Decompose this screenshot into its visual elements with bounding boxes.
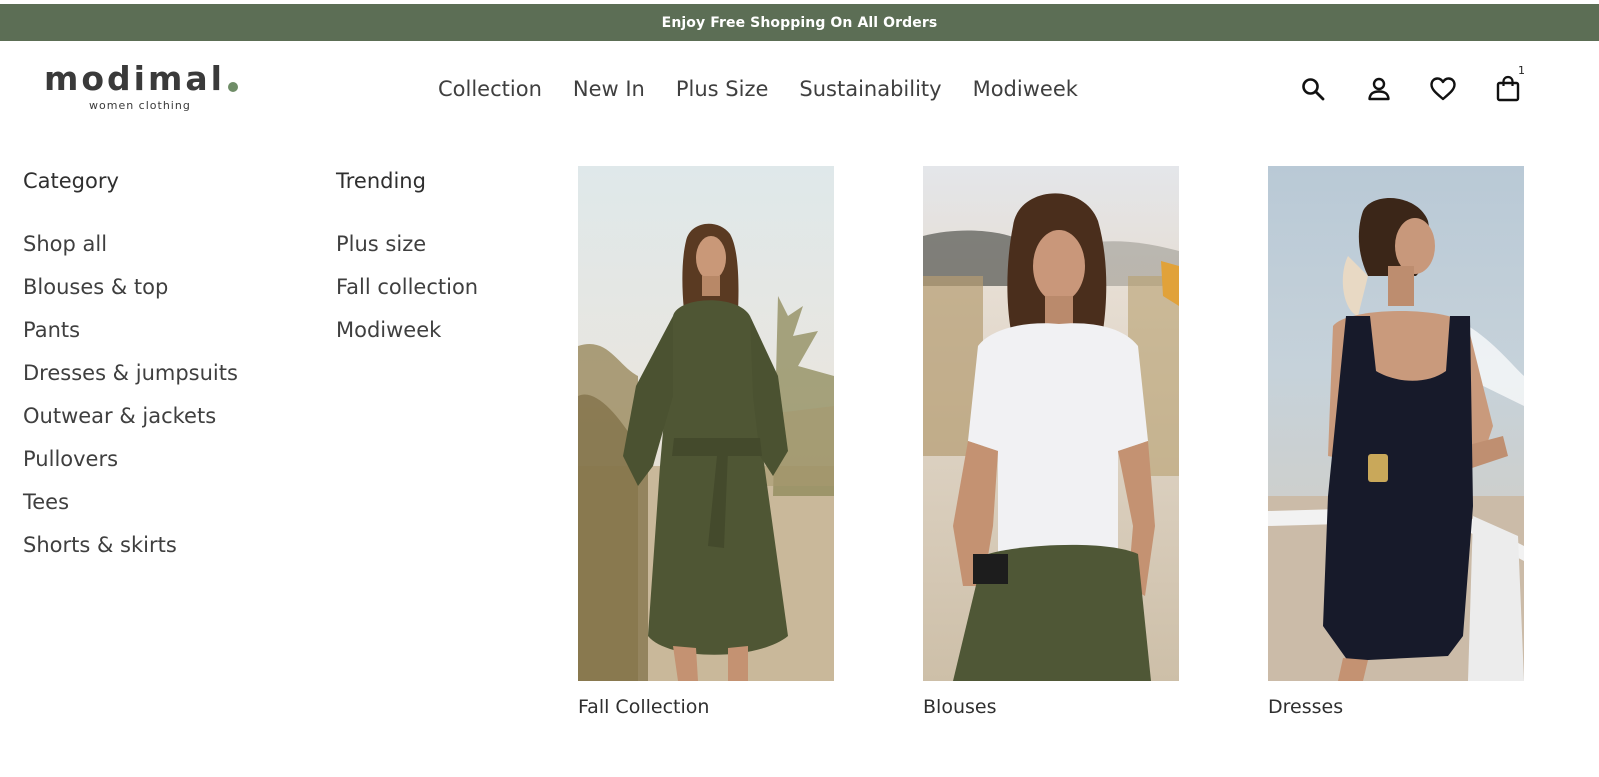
- category-item-tees[interactable]: Tees: [23, 487, 238, 530]
- cart-count-badge: 1: [1518, 64, 1525, 77]
- category-item-dresses-jumpsuits[interactable]: Dresses & jumpsuits: [23, 358, 238, 401]
- trending-list: Plus size Fall collection Modiweek: [336, 229, 478, 358]
- announcement-text: Enjoy Free Shopping On All Orders: [661, 14, 938, 31]
- dresses-image[interactable]: [1268, 166, 1524, 681]
- trending-item-modiweek[interactable]: Modiweek: [336, 315, 478, 358]
- dresses-caption[interactable]: Dresses: [1268, 696, 1343, 718]
- logo[interactable]: modimal women clothing: [44, 59, 238, 112]
- main-nav: Collection New In Plus Size Sustainabili…: [438, 74, 1109, 104]
- nav-collection[interactable]: Collection: [438, 74, 542, 104]
- logo-name: modimal: [44, 59, 225, 98]
- nav-modiweek[interactable]: Modiweek: [973, 74, 1078, 104]
- category-list: Shop all Blouses & top Pants Dresses & j…: [23, 229, 238, 573]
- heart-icon[interactable]: [1428, 74, 1458, 104]
- category-item-outwear-jackets[interactable]: Outwear & jackets: [23, 401, 238, 444]
- bag-icon[interactable]: [1493, 74, 1523, 104]
- fall-collection-image[interactable]: [578, 166, 834, 681]
- nav-sustainability[interactable]: Sustainability: [799, 74, 941, 104]
- logo-dot-icon: [227, 82, 238, 92]
- trending-item-plus-size[interactable]: Plus size: [336, 229, 478, 272]
- category-title: Category: [23, 169, 119, 193]
- promo-card-dresses[interactable]: Dresses: [1268, 166, 1524, 718]
- search-icon[interactable]: [1298, 74, 1328, 104]
- nav-plus-size[interactable]: Plus Size: [676, 74, 769, 104]
- category-item-blouses-top[interactable]: Blouses & top: [23, 272, 238, 315]
- blouses-image[interactable]: [923, 166, 1179, 681]
- category-item-pullovers[interactable]: Pullovers: [23, 444, 238, 487]
- fall-collection-caption[interactable]: Fall Collection: [578, 696, 709, 718]
- trending-title: Trending: [336, 169, 426, 193]
- blouses-caption[interactable]: Blouses: [923, 696, 996, 718]
- category-item-pants[interactable]: Pants: [23, 315, 238, 358]
- account-icon[interactable]: [1364, 74, 1394, 104]
- promo-card-blouses[interactable]: Blouses: [923, 166, 1179, 718]
- promo-card-fall-collection[interactable]: Fall Collection: [578, 166, 834, 718]
- nav-new-in[interactable]: New In: [573, 74, 645, 104]
- category-item-shop-all[interactable]: Shop all: [23, 229, 238, 272]
- trending-item-fall-collection[interactable]: Fall collection: [336, 272, 478, 315]
- logo-tagline: women clothing: [89, 99, 191, 112]
- category-item-shorts-skirts[interactable]: Shorts & skirts: [23, 530, 238, 573]
- announcement-bar: Enjoy Free Shopping On All Orders: [0, 4, 1599, 41]
